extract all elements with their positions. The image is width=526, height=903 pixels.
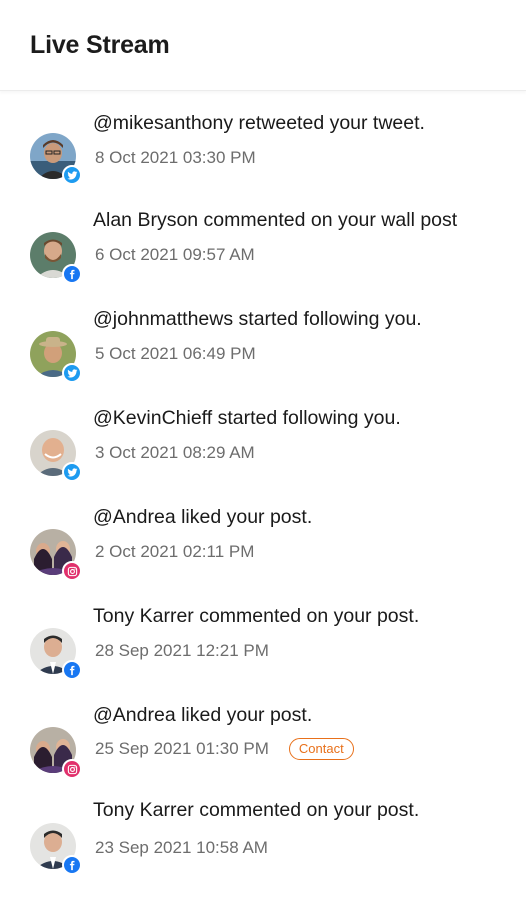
live-stream-panel: Live Stream @mikesanthony retweeted your…: [0, 0, 526, 903]
feed-item[interactable]: @Andrea liked your post. 2 Oct 2021 02:1…: [0, 506, 526, 597]
feed-item[interactable]: Tony Karrer commented on your post. 28 S…: [0, 605, 526, 696]
page-title: Live Stream: [30, 30, 170, 59]
feed-item[interactable]: Tony Karrer commented on your post. 23 S…: [0, 799, 526, 891]
instagram-icon: [62, 561, 82, 581]
avatar[interactable]: [30, 628, 82, 680]
twitter-icon: [62, 165, 82, 185]
feed-item-text: @KevinChieff started following you.: [93, 407, 401, 429]
feed-item-timestamp: 2 Oct 2021 02:11 PM: [95, 542, 255, 561]
feed-item-text: @mikesanthony retweeted your tweet.: [93, 112, 425, 134]
feed-item-text: Tony Karrer commented on your post.: [93, 605, 420, 627]
feed-item[interactable]: @mikesanthony retweeted your tweet. 8 Oc…: [0, 111, 526, 201]
facebook-icon: [62, 660, 82, 680]
instagram-icon: [62, 759, 82, 779]
feed-item-timestamp: 25 Sep 2021 01:30 PM Contact: [95, 738, 354, 760]
feed-item[interactable]: @johnmatthews started following you. 5 O…: [0, 308, 526, 399]
avatar[interactable]: [30, 133, 82, 185]
feed-item[interactable]: @KevinChieff started following you. 3 Oc…: [0, 407, 526, 498]
avatar[interactable]: [30, 232, 82, 284]
avatar[interactable]: [30, 529, 82, 581]
feed-item-text: @Andrea liked your post.: [93, 506, 313, 528]
feed-item-text: @johnmatthews started following you.: [93, 308, 422, 330]
feed-item[interactable]: Alan Bryson commented on your wall post …: [0, 209, 526, 300]
twitter-icon: [62, 363, 82, 383]
feed-item-timestamp: 8 Oct 2021 03:30 PM: [95, 148, 256, 167]
avatar[interactable]: [30, 331, 82, 383]
panel-header: Live Stream: [0, 0, 526, 91]
facebook-icon: [62, 855, 82, 875]
feed-item-timestamp: 6 Oct 2021 09:57 AM: [95, 245, 255, 264]
feed-item-text: Tony Karrer commented on your post.: [93, 799, 420, 821]
facebook-icon: [62, 264, 82, 284]
contact-tag[interactable]: Contact: [288, 738, 354, 760]
feed-item-text: @Andrea liked your post.: [93, 704, 313, 726]
feed-item-timestamp: 28 Sep 2021 12:21 PM: [95, 641, 269, 660]
feed-item-text: Alan Bryson commented on your wall post: [93, 209, 458, 231]
feed-item-timestamp: 23 Sep 2021 10:58 AM: [95, 838, 268, 857]
avatar[interactable]: [30, 823, 82, 875]
feed-item-timestamp: 5 Oct 2021 06:49 PM: [95, 344, 256, 363]
twitter-icon: [62, 462, 82, 482]
avatar[interactable]: [30, 727, 82, 779]
feed-item[interactable]: @Andrea liked your post. 25 Sep 2021 01:…: [0, 704, 526, 795]
avatar[interactable]: [30, 430, 82, 482]
feed-item-timestamp: 3 Oct 2021 08:29 AM: [95, 443, 255, 462]
